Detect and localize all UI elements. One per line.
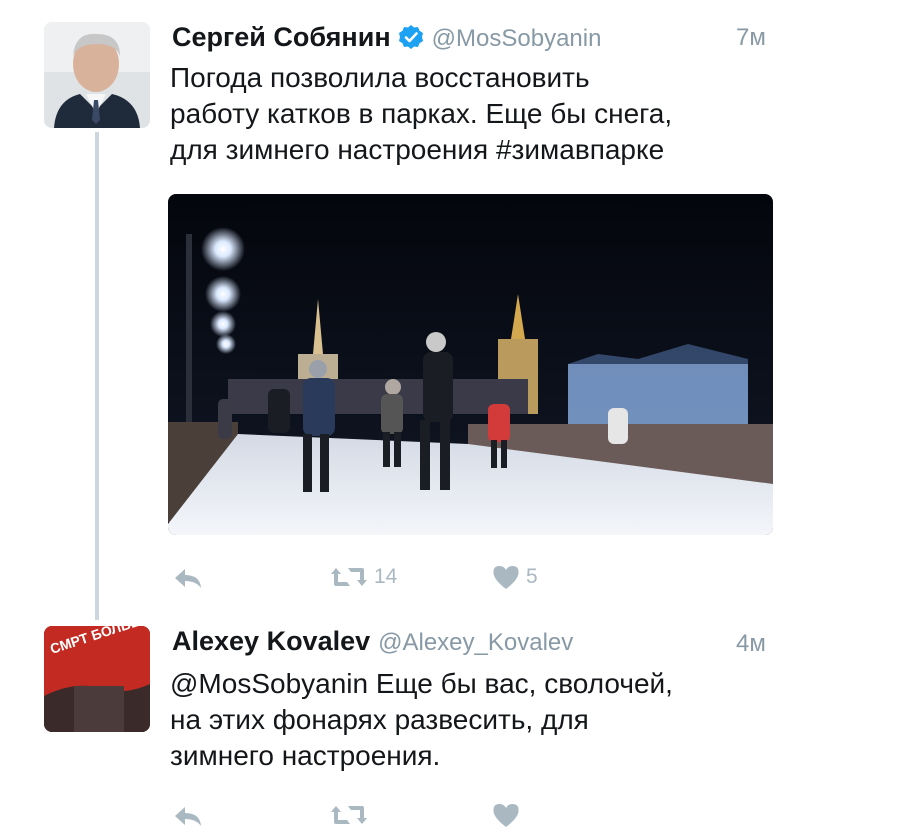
retweet-icon <box>331 806 367 824</box>
tweet-text: @MosSobyanin Еще бы вас, сволочей, на эт… <box>170 666 673 774</box>
tweet-timestamp[interactable]: 4м <box>736 630 766 658</box>
author-handle[interactable]: @MosSobyanin <box>432 25 602 53</box>
tweet-text-line: на этих фонарях развесить, для <box>170 704 589 735</box>
author-handle[interactable]: @Alexey_Kovalev <box>378 629 573 657</box>
tweet-header: Alexey Kovalev @Alexey_Kovalev <box>172 626 573 656</box>
author-name[interactable]: Alexey Kovalev <box>172 626 370 657</box>
verified-badge-icon <box>398 24 424 50</box>
reply-icon <box>175 569 201 588</box>
reply-icon <box>175 807 201 826</box>
tweet-header: Сергей Собянин @MosSobyanin <box>172 20 602 53</box>
retweet-button[interactable] <box>330 802 368 828</box>
tweet-text-line: работу катков в парках. Еще бы снега, <box>170 98 673 129</box>
tweet-text: Погода позволила восстановить работу кат… <box>170 60 672 168</box>
like-count: 5 <box>526 565 538 588</box>
reply-button[interactable] <box>172 566 204 590</box>
retweet-button[interactable]: 14 <box>330 564 397 590</box>
heart-icon <box>493 804 519 827</box>
heart-icon <box>493 566 519 589</box>
tweet-text-line: для зимнего настроения #зимавпарке <box>170 134 665 165</box>
author-name[interactable]: Сергей Собянин <box>172 22 391 53</box>
like-button[interactable]: 5 <box>492 564 538 590</box>
avatar[interactable] <box>44 22 150 128</box>
tweet-text-line: зимнего настроения. <box>170 740 441 771</box>
tweet-photo[interactable] <box>168 194 773 535</box>
avatar[interactable]: СМРТ БОЛЬШЕВИЗМУ <box>44 626 150 732</box>
like-button[interactable] <box>492 802 520 828</box>
tweet-text-line: @MosSobyanin Еще бы вас, сволочей, <box>170 668 673 699</box>
reply-button[interactable] <box>172 804 204 828</box>
retweet-count: 14 <box>374 565 398 588</box>
tweet-timestamp[interactable]: 7м <box>736 24 766 52</box>
tweet-text-line: Погода позволила восстановить <box>170 62 590 93</box>
retweet-icon <box>331 568 367 586</box>
thread-connector-line <box>95 132 99 620</box>
